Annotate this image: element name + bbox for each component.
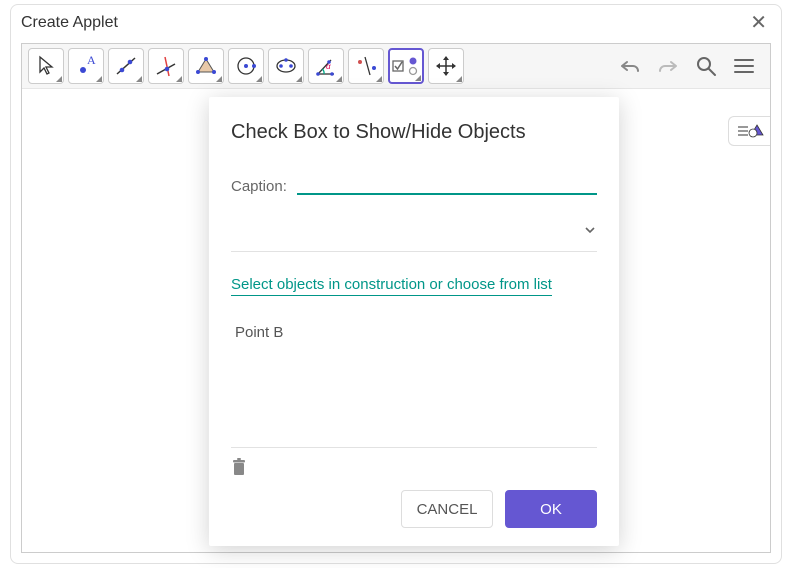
circle-icon — [234, 54, 258, 78]
side-panel-handle[interactable] — [728, 116, 770, 146]
slider-tool[interactable] — [388, 48, 424, 84]
search-icon — [694, 54, 718, 78]
dialog-title: Check Box to Show/Hide Objects — [231, 121, 597, 144]
move-arrows-icon — [434, 54, 458, 78]
undo-icon — [618, 54, 642, 78]
cancel-button[interactable]: CANCEL — [401, 490, 493, 528]
angle-icon: α — [314, 54, 338, 78]
undo-button[interactable] — [616, 52, 644, 80]
menu-button[interactable] — [730, 52, 758, 80]
toolbar-right — [616, 52, 764, 80]
checkbox-dialog: Check Box to Show/Hide Objects Caption: … — [209, 97, 619, 546]
close-icon[interactable]: ✕ — [750, 13, 767, 33]
search-button[interactable] — [692, 52, 720, 80]
reflect-tool[interactable] — [348, 48, 384, 84]
polygon-tool[interactable] — [188, 48, 224, 84]
delete-button[interactable] — [231, 458, 597, 476]
reflect-icon — [354, 54, 378, 78]
perpendicular-line-tool[interactable] — [148, 48, 184, 84]
instruction-text: Select objects in construction or choose… — [231, 276, 597, 318]
ok-button[interactable]: OK — [505, 490, 597, 528]
create-applet-window: Create Applet ✕ A — [10, 4, 782, 564]
ellipse-tool[interactable] — [268, 48, 304, 84]
list-item[interactable]: Point B — [231, 318, 597, 347]
move-tool[interactable] — [28, 48, 64, 84]
window-title: Create Applet — [21, 14, 118, 32]
point-tool[interactable]: A — [68, 48, 104, 84]
perpendicular-icon — [154, 54, 178, 78]
panel-handle-icon — [735, 121, 765, 141]
object-dropdown[interactable] — [231, 223, 597, 252]
trash-icon — [231, 458, 247, 476]
redo-button[interactable] — [654, 52, 682, 80]
caption-label: Caption: — [231, 178, 287, 195]
object-list: Point B — [231, 318, 597, 448]
point-icon: A — [74, 54, 98, 78]
caption-row: Caption: — [231, 172, 597, 195]
line-tool[interactable] — [108, 48, 144, 84]
ellipse-icon — [274, 54, 298, 78]
redo-icon — [656, 54, 680, 78]
line-icon — [114, 54, 138, 78]
circle-tool[interactable] — [228, 48, 264, 84]
polygon-icon — [194, 54, 218, 78]
instruction-link: Select objects in construction or choose… — [231, 276, 552, 296]
cursor-icon — [34, 54, 58, 78]
chevron-down-icon — [583, 223, 597, 237]
angle-tool[interactable]: α — [308, 48, 344, 84]
trash-row — [231, 448, 597, 490]
caption-input[interactable] — [297, 172, 597, 195]
toolbar: A — [22, 44, 770, 89]
titlebar: Create Applet ✕ — [11, 5, 781, 39]
hamburger-icon — [732, 54, 756, 78]
move-graphics-tool[interactable] — [428, 48, 464, 84]
dialog-buttons: CANCEL OK — [231, 490, 597, 528]
svg-text:A: A — [87, 54, 96, 67]
